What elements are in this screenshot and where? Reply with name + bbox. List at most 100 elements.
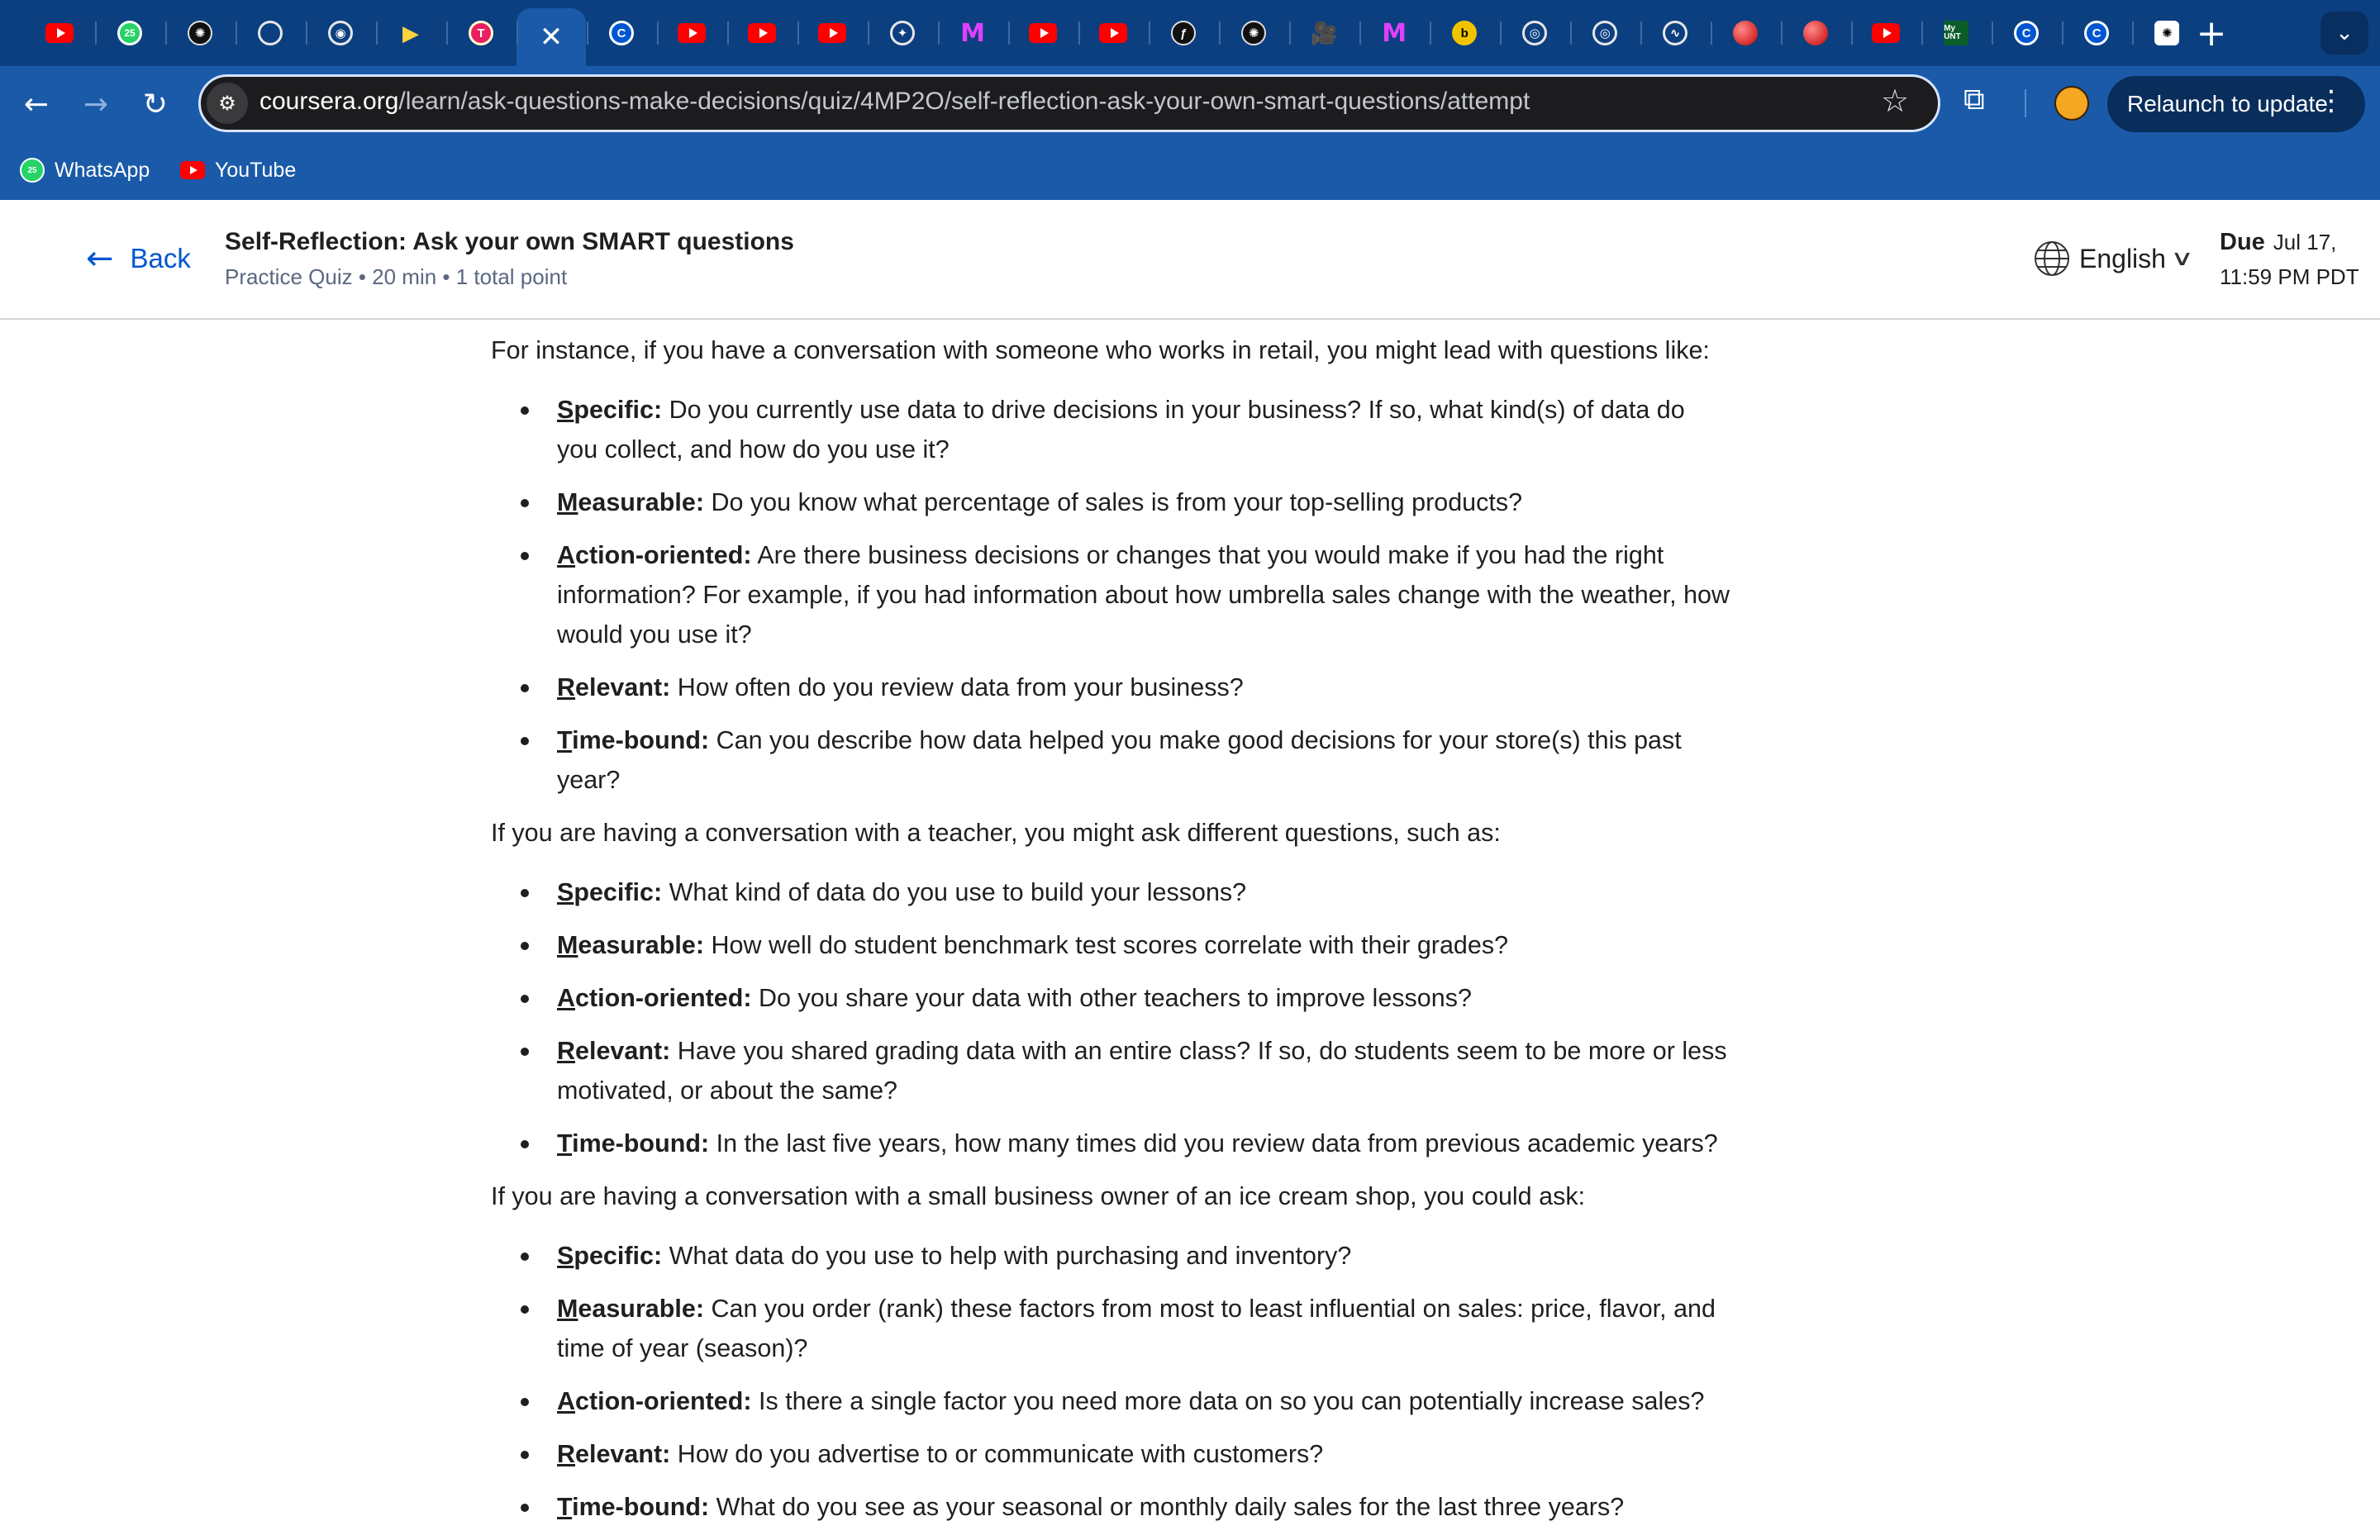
tab-active[interactable]: ✕	[516, 8, 587, 66]
smart-term-initial: A	[557, 541, 576, 569]
browser-tab[interactable]	[1863, 10, 1909, 56]
extensions-icon[interactable]: ⧉	[1963, 83, 1985, 117]
browser-tab[interactable]	[1020, 10, 1066, 56]
menu-dots-icon[interactable]: ⋮	[2317, 84, 2345, 117]
browser-tab[interactable]	[1722, 10, 1768, 56]
browser-tab[interactable]: M	[1371, 10, 1417, 56]
browser-tab[interactable]	[1090, 10, 1136, 56]
compass-icon: ✦	[890, 21, 916, 45]
back-button[interactable]: ← Back	[86, 240, 191, 278]
browser-tab[interactable]: C	[2003, 10, 2049, 56]
smart-term: Relevant:	[557, 1037, 670, 1065]
tetr-icon: T	[469, 21, 494, 45]
browser-tab[interactable]	[739, 10, 785, 56]
bookmark-youtube[interactable]: YouTube	[180, 154, 296, 187]
tab-divider	[445, 21, 448, 45]
tab-divider	[1921, 21, 1923, 45]
youtube-icon	[1029, 23, 1058, 43]
smart-term-initial: T	[557, 1493, 573, 1521]
browser-tab[interactable]: T	[458, 10, 504, 56]
smart-term-initial: S	[557, 396, 574, 424]
list-item: Time-bound: In the last five years, how …	[491, 1124, 1730, 1163]
back-arrow-icon[interactable]: ←	[17, 84, 56, 124]
google-play-icon: ▶	[402, 20, 420, 45]
site-info-icon[interactable]: ⚙	[207, 83, 248, 124]
smart-term-initial: T	[557, 1129, 573, 1157]
question-text: How often do you review data from your b…	[670, 673, 1244, 701]
browser-tab[interactable]: ✺	[1230, 10, 1277, 56]
smart-term: Specific:	[557, 878, 662, 906]
browser-tab[interactable]: C	[598, 10, 645, 56]
youtube-icon	[45, 23, 74, 43]
list-item: Action-oriented: Are there business deci…	[491, 535, 1730, 654]
smart-term-initial: S	[557, 878, 574, 906]
question-text: What do you see as your seasonal or mont…	[709, 1493, 1625, 1521]
language-label: English	[2079, 243, 2166, 273]
url-host: coursera.org	[259, 88, 399, 115]
bookmark-whatsapp[interactable]: 25 WhatsApp	[20, 154, 150, 187]
forward-arrow-icon[interactable]: →	[76, 84, 116, 124]
smart-term-rest: ime-bound:	[572, 726, 710, 754]
bookmark-star-icon[interactable]: ☆	[1881, 83, 1909, 119]
tab-divider	[1148, 21, 1150, 45]
relaunch-label: Relaunch to update	[2127, 91, 2328, 116]
browser-tab[interactable]: M	[950, 10, 996, 56]
tab-divider	[1499, 21, 1502, 45]
browser-tab[interactable]: ✺	[2144, 10, 2190, 56]
browser-tab[interactable]: ◎	[1582, 10, 1628, 56]
browser-tab[interactable]: My UNT	[1933, 10, 1979, 56]
browser-tab[interactable]	[669, 10, 715, 56]
url-text[interactable]: coursera.org/learn/ask-questions-make-de…	[259, 88, 1530, 116]
new-tab-button[interactable]: +	[2190, 12, 2233, 55]
list-item: Measurable: Do you know what percentage …	[491, 482, 1730, 522]
tab-divider	[1850, 21, 1853, 45]
tab-divider	[1429, 21, 1431, 45]
smart-term-rest: pecific:	[574, 396, 663, 424]
question-text: Do you know what percentage of sales is …	[704, 488, 1523, 516]
target-icon: ◎	[1592, 21, 1618, 45]
coursera-icon: C	[609, 21, 635, 45]
tab-strip: + ⌄ 25 ✺ ◉ ▶ T ✕ C ✦ Mƒ ✺ 🎥 Mb ◎ ◎ ∿ My UNT C C ✺	[0, 0, 2380, 66]
browser-tab[interactable]	[247, 10, 293, 56]
due-date-value: Jul 17,	[2273, 230, 2337, 254]
profile-avatar[interactable]	[2054, 86, 2089, 121]
relaunch-button[interactable]: Relaunch to update ⋮	[2107, 76, 2365, 132]
smart-term-rest: easurable:	[578, 1295, 704, 1323]
youtube-icon	[748, 23, 777, 43]
browser-tab[interactable]: C	[2073, 10, 2120, 56]
browser-tab[interactable]: b	[1441, 10, 1488, 56]
browser-tab[interactable]: 🎥	[1301, 10, 1347, 56]
tab-divider	[867, 21, 869, 45]
browser-tab[interactable]	[809, 10, 855, 56]
browser-tab[interactable]: ∿	[1652, 10, 1698, 56]
browser-tab[interactable]: ✦	[879, 10, 926, 56]
whatsapp-icon: 25	[117, 21, 142, 45]
section-intro: If you are having a conversation with a …	[491, 819, 1501, 847]
browser-tab[interactable]: ▶	[388, 10, 434, 56]
smart-term: Relevant:	[557, 1440, 670, 1468]
tab-search-button[interactable]: ⌄	[2320, 12, 2368, 55]
reload-icon[interactable]: ↻	[136, 84, 175, 124]
question-text: How do you advertise to or communicate w…	[670, 1440, 1324, 1468]
video-camera-icon: 🎥	[1310, 20, 1338, 45]
language-selector[interactable]: English ∨	[2033, 240, 2194, 278]
browser-tab[interactable]: ✺	[177, 10, 223, 56]
browser-tab[interactable]	[1792, 10, 1839, 56]
smart-term-rest: pecific:	[574, 1242, 663, 1270]
browser-tab[interactable]: ◎	[1511, 10, 1558, 56]
list-item: Specific: What data do you use to help w…	[491, 1236, 1730, 1276]
close-tab-icon[interactable]: ✕	[540, 21, 564, 54]
tab-divider	[1710, 21, 1712, 45]
reading-content: For instance, if you have a conversation…	[491, 322, 1730, 1540]
question-text: Can you describe how data helped you mak…	[557, 726, 1682, 794]
browser-tab[interactable]: 25	[107, 10, 153, 56]
tab-divider	[937, 21, 940, 45]
chevron-down-icon: ∨	[2170, 246, 2194, 271]
tab-divider	[586, 21, 588, 45]
list-item: Measurable: How well do student benchmar…	[491, 925, 1730, 965]
browser-tab[interactable]	[36, 10, 83, 56]
tab-divider	[1078, 21, 1080, 45]
browser-tab[interactable]: ◉	[317, 10, 364, 56]
github-icon: ◉	[328, 21, 354, 45]
browser-tab[interactable]: ƒ	[1160, 10, 1207, 56]
